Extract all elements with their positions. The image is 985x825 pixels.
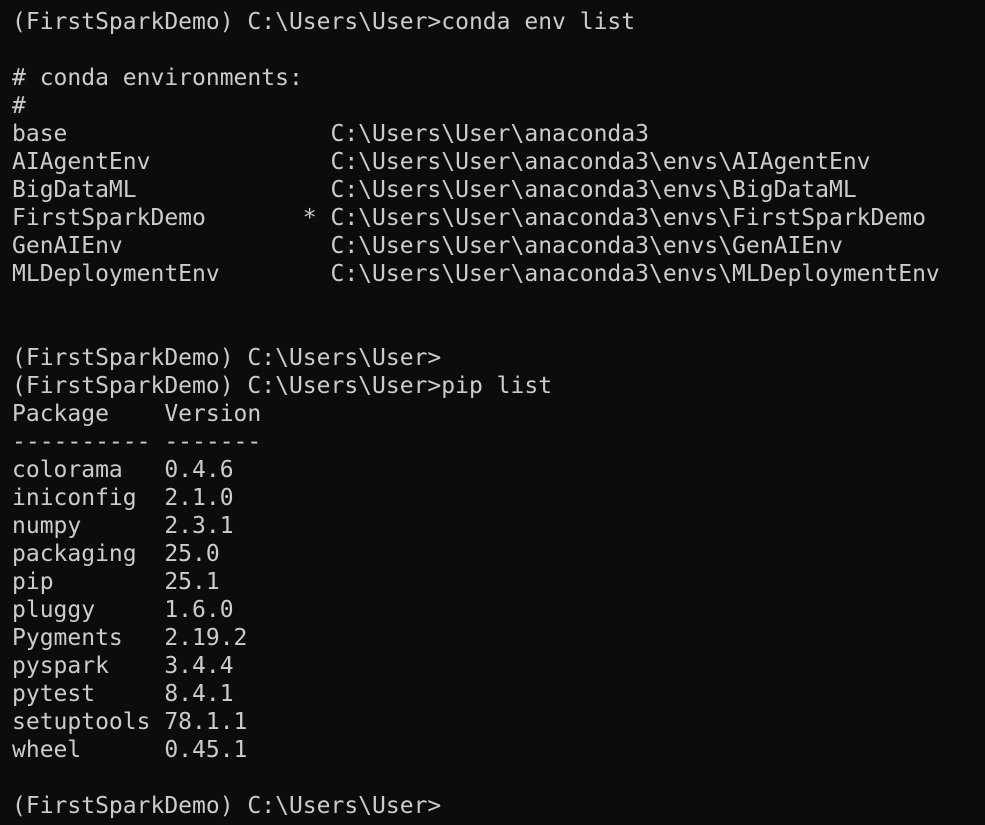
package-row-colorama: colorama 0.4.6 — [12, 457, 234, 483]
conda-environments-header: # conda environments: — [12, 65, 303, 91]
conda-comment-line: # — [12, 93, 26, 119]
env-row-mldeploymentenv: MLDeploymentEnv C:\Users\User\anaconda3\… — [12, 261, 940, 287]
command-line-conda-env-list: (FirstSparkDemo) C:\Users\User>conda env… — [12, 9, 636, 35]
current-prompt-text: (FirstSparkDemo) C:\Users\User> — [12, 793, 442, 819]
env-row-base: base C:\Users\User\anaconda3 — [12, 121, 649, 147]
env-row-bigdataml: BigDataML C:\Users\User\anaconda3\envs\B… — [12, 177, 857, 203]
pip-list-header: Package Version — [12, 401, 262, 427]
package-row-iniconfig: iniconfig 2.1.0 — [12, 485, 234, 511]
current-prompt-line[interactable]: (FirstSparkDemo) C:\Users\User> — [12, 792, 985, 820]
package-row-pyspark: pyspark 3.4.4 — [12, 653, 234, 679]
package-row-pygments: Pygments 2.19.2 — [12, 625, 248, 651]
env-row-firstsparkdemo-active: FirstSparkDemo * C:\Users\User\anaconda3… — [12, 205, 926, 231]
package-row-pluggy: pluggy 1.6.0 — [12, 597, 234, 623]
package-row-pip: pip 25.1 — [12, 569, 220, 595]
command-line-pip-list: (FirstSparkDemo) C:\Users\User>pip list — [12, 373, 553, 399]
prompt-line: (FirstSparkDemo) C:\Users\User> — [12, 345, 442, 371]
pip-list-separator: ---------- ------- — [12, 429, 262, 455]
env-row-genaienv: GenAIEnv C:\Users\User\anaconda3\envs\Ge… — [12, 233, 843, 259]
package-row-pytest: pytest 8.4.1 — [12, 681, 234, 707]
package-row-wheel: wheel 0.45.1 — [12, 737, 248, 763]
package-row-setuptools: setuptools 78.1.1 — [12, 709, 248, 735]
package-row-numpy: numpy 2.3.1 — [12, 513, 234, 539]
package-row-packaging: packaging 25.0 — [12, 541, 220, 567]
terminal-window[interactable]: (FirstSparkDemo) C:\Users\User>conda env… — [0, 0, 985, 825]
env-row-aiagentenv: AIAgentEnv C:\Users\User\anaconda3\envs\… — [12, 149, 871, 175]
